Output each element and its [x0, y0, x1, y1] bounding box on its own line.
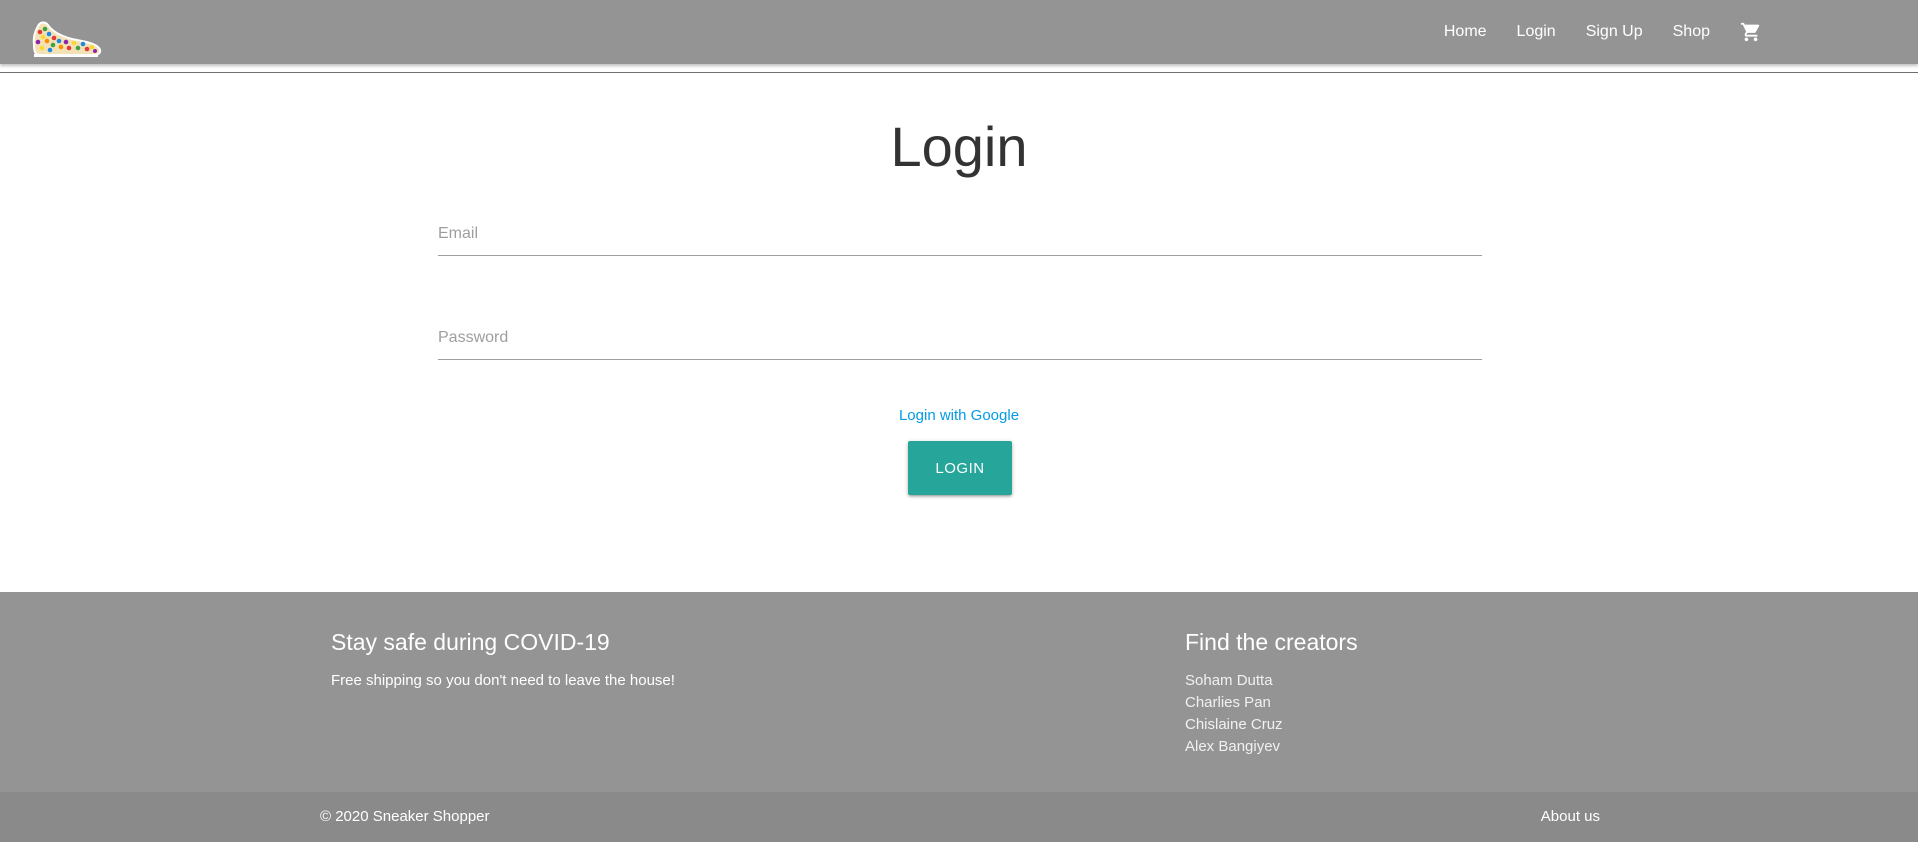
- footer-covid-text: Free shipping so you don't need to leave…: [331, 672, 675, 689]
- login-button[interactable]: Login: [908, 441, 1012, 495]
- email-field-wrapper: [438, 212, 1482, 256]
- password-field[interactable]: [438, 316, 1482, 360]
- nav-login[interactable]: Login: [1502, 0, 1571, 64]
- page-title: Login: [890, 115, 1028, 178]
- google-login-row: Login with Google: [0, 404, 1918, 428]
- sneaker-logo-icon: [32, 21, 102, 57]
- nav-shop[interactable]: Shop: [1658, 0, 1725, 64]
- footer: Stay safe during COVID-19 Free shipping …: [0, 592, 1918, 842]
- nav-home[interactable]: Home: [1429, 0, 1502, 64]
- navbar-divider: [0, 72, 1918, 73]
- footer-copyright-bar: © 2020 Sneaker Shopper About us: [0, 792, 1918, 842]
- top-navbar: Home Login Sign Up Shop: [0, 0, 1918, 64]
- creator-item: Soham Dutta: [1185, 672, 1273, 689]
- creator-item: Charlies Pan: [1185, 694, 1271, 711]
- footer-creators-heading: Find the creators: [1185, 629, 1358, 655]
- email-field[interactable]: [438, 212, 1482, 256]
- nav-signup[interactable]: Sign Up: [1571, 0, 1658, 64]
- login-with-google-link[interactable]: Login with Google: [899, 407, 1019, 424]
- copyright-text: © 2020 Sneaker Shopper: [320, 808, 490, 825]
- creator-item: Alex Bangiyev: [1185, 738, 1281, 755]
- nav-links: Home Login Sign Up Shop: [1429, 0, 1777, 64]
- creators-list: Soham Dutta Charlies Pan Chislaine Cruz …: [1185, 670, 1283, 758]
- footer-covid-heading: Stay safe during COVID-19: [331, 629, 610, 655]
- shopping-cart-icon[interactable]: [1725, 0, 1777, 64]
- about-us-link[interactable]: About us: [1541, 792, 1600, 842]
- password-field-wrapper: [438, 316, 1482, 360]
- creator-item: Chislaine Cruz: [1185, 716, 1283, 733]
- sneaker-logo[interactable]: [28, 12, 104, 60]
